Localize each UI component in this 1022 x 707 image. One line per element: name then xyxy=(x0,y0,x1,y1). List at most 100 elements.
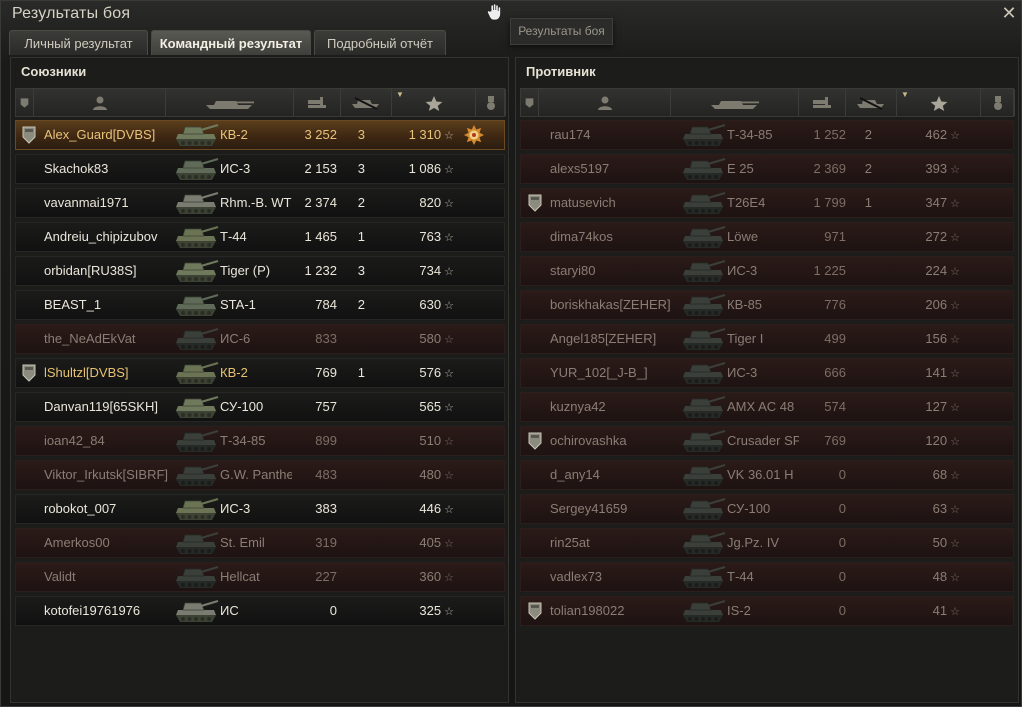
tank-icon xyxy=(176,327,219,350)
clan-emblem-icon[interactable] xyxy=(21,126,37,144)
player-row[interactable]: matusevich T26E4 1 799 1 347 ☆ xyxy=(520,188,1014,218)
tab-team-result[interactable]: Командный результат xyxy=(151,30,311,55)
vehicle-name: IS-2 xyxy=(727,603,751,618)
damage-value: 1 252 xyxy=(813,127,846,142)
kills-value: 3 xyxy=(357,127,365,142)
player-row[interactable]: tolian198022 IS-2 0 41 ☆ xyxy=(520,596,1014,626)
damage-value: 483 xyxy=(315,467,337,482)
xp-value: 630 xyxy=(419,297,442,312)
kills-value: 1 xyxy=(357,365,365,380)
tab-personal-result[interactable]: Личный результат xyxy=(9,30,148,55)
column-header-damage[interactable] xyxy=(799,89,846,116)
column-header-medal[interactable] xyxy=(981,89,1015,116)
player-name: Danvan119[65SKH] xyxy=(44,399,158,414)
xp-value-cell: 224 ☆ xyxy=(890,256,960,286)
player-row[interactable]: YUR_102[_J-B_] ИС-3 666 141 ☆ xyxy=(520,358,1014,388)
tab-detailed-report[interactable]: Подробный отчёт xyxy=(314,30,446,55)
player-row[interactable]: Alex_Guard[DVBS] КВ-2 3 252 3 1 310 ☆ xyxy=(15,120,505,150)
xp-value-cell: 127 ☆ xyxy=(890,392,960,422)
medal-icon xyxy=(993,95,1002,110)
column-header-clan[interactable] xyxy=(521,89,539,116)
player-row[interactable]: vavanmai1971 Rhm.-B. WT 2 374 2 820 ☆ xyxy=(15,188,505,218)
xp-value: 156 xyxy=(925,331,948,346)
clan-emblem-icon[interactable] xyxy=(527,194,543,212)
clan-emblem-icon[interactable] xyxy=(527,432,543,450)
vehicle-name: СУ-100 xyxy=(220,399,264,414)
close-icon[interactable]: ✕ xyxy=(999,3,1019,23)
player-name: Viktor_Irkutsk[SIBRF] xyxy=(44,467,169,482)
player-row[interactable]: Andreiu_chipizubov Т-44 1 465 1 763 ☆ xyxy=(15,222,505,252)
player-name: Angel185[ZEHER] xyxy=(550,331,657,346)
kills-value xyxy=(852,358,872,388)
tank-icon xyxy=(176,497,219,520)
player-row[interactable]: orbidan[RU38S] Tiger (P) 1 232 3 734 ☆ xyxy=(15,256,505,286)
column-header-tank[interactable] xyxy=(166,89,294,116)
player-name: Validt xyxy=(44,569,76,584)
column-header-damage[interactable] xyxy=(294,89,341,116)
kills-value xyxy=(345,324,365,354)
kills-value xyxy=(345,460,365,490)
xp-star-icon xyxy=(425,95,442,111)
clan-emblem-icon[interactable] xyxy=(527,602,543,620)
player-row[interactable]: boriskhakas[ZEHER] КВ-85 776 206 ☆ xyxy=(520,290,1014,320)
player-row[interactable]: robokot_007 ИС-3 383 446 ☆ xyxy=(15,494,505,524)
player-row[interactable]: rau174 Т-34-85 1 252 2 462 ☆ xyxy=(520,120,1014,150)
xp-value: 576 xyxy=(419,365,442,380)
player-row[interactable]: alexs5197 E 25 2 369 2 393 ☆ xyxy=(520,154,1014,184)
player-row[interactable]: Skachok83 ИС-3 2 153 3 1 086 ☆ xyxy=(15,154,505,184)
player-name: rin25at xyxy=(550,535,590,550)
player-row[interactable]: Viktor_Irkutsk[SIBRF] G.W. Panther 483 480 ☆ xyxy=(15,460,505,490)
tooltip: Результаты боя xyxy=(510,18,613,45)
player-name: Amerkos00 xyxy=(44,535,110,550)
xp-star-icon: ☆ xyxy=(950,368,960,380)
player-row[interactable]: BEAST_1 STA-1 784 2 630 ☆ xyxy=(15,290,505,320)
vehicle-name: ИС-3 xyxy=(727,263,758,278)
order-medal-icon[interactable] xyxy=(463,124,485,146)
column-header-clan[interactable] xyxy=(16,89,34,116)
column-header-tank[interactable] xyxy=(671,89,799,116)
xp-star-icon: ☆ xyxy=(444,334,454,346)
kills-value xyxy=(852,494,872,524)
tank-icon xyxy=(176,157,219,180)
player-row[interactable]: Danvan119[65SKH] СУ-100 757 565 ☆ xyxy=(15,392,505,422)
player-row[interactable]: Validt Hellcat 227 360 ☆ xyxy=(15,562,505,592)
title-bar[interactable]: Результаты боя Результаты боя ✕ xyxy=(1,1,1021,45)
clan-emblem-icon[interactable] xyxy=(21,364,37,382)
player-row[interactable]: lShultzl[DVBS] КВ-2 769 1 576 ☆ xyxy=(15,358,505,388)
damage-value: 0 xyxy=(838,501,846,516)
player-row[interactable]: vadlex73 Т-44 0 48 ☆ xyxy=(520,562,1014,592)
player-row[interactable]: Angel185[ZEHER] Tiger I 499 156 ☆ xyxy=(520,324,1014,354)
enemies-panel: Противник ▼ rau174 Т-34-85 1 252 2 462 ☆ alexs… xyxy=(515,57,1019,703)
player-row[interactable]: ochirovashka Crusader SP 769 120 ☆ xyxy=(520,426,1014,456)
column-header-player[interactable] xyxy=(539,89,671,116)
column-header-medal[interactable] xyxy=(476,89,506,116)
xp-value: 1 310 xyxy=(408,127,442,142)
xp-value-cell: 141 ☆ xyxy=(890,358,960,388)
damage-value: 0 xyxy=(838,603,846,618)
column-header-kills[interactable] xyxy=(846,89,897,116)
player-row[interactable]: Sergey41659 СУ-100 0 63 ☆ xyxy=(520,494,1014,524)
xp-value-cell: 120 ☆ xyxy=(890,426,960,456)
player-row[interactable]: rin25at Jg.Pz. IV 0 50 ☆ xyxy=(520,528,1014,558)
player-row[interactable]: d_any14 VK 36.01 H 0 68 ☆ xyxy=(520,460,1014,490)
xp-value-cell: 1 086 ☆ xyxy=(384,154,454,184)
xp-value: 393 xyxy=(925,161,948,176)
column-header-xp-star[interactable]: ▼ xyxy=(897,89,981,116)
player-row[interactable]: kuznya42 AMX AC 48 574 127 ☆ xyxy=(520,392,1014,422)
xp-value-cell: 580 ☆ xyxy=(384,324,454,354)
column-header-player[interactable] xyxy=(34,89,166,116)
player-row[interactable]: Amerkos00 St. Emil 319 405 ☆ xyxy=(15,528,505,558)
player-row[interactable]: dima74kos Löwe 971 272 ☆ xyxy=(520,222,1014,252)
xp-value: 50 xyxy=(932,535,948,550)
player-name: rau174 xyxy=(550,127,591,142)
player-icon xyxy=(92,96,107,110)
xp-value-cell: 480 ☆ xyxy=(384,460,454,490)
player-row[interactable]: kotofei19761976 ИС 0 325 ☆ xyxy=(15,596,505,626)
vehicle-name: Hellcat xyxy=(220,569,260,584)
kills-value xyxy=(852,460,872,490)
player-row[interactable]: staryi80 ИС-3 1 225 224 ☆ xyxy=(520,256,1014,286)
player-row[interactable]: the_NeAdEkVat ИС-6 833 580 ☆ xyxy=(15,324,505,354)
player-row[interactable]: ioan42_84 Т-34-85 899 510 ☆ xyxy=(15,426,505,456)
column-header-xp-star[interactable]: ▼ xyxy=(392,89,476,116)
column-header-kills[interactable] xyxy=(341,89,392,116)
